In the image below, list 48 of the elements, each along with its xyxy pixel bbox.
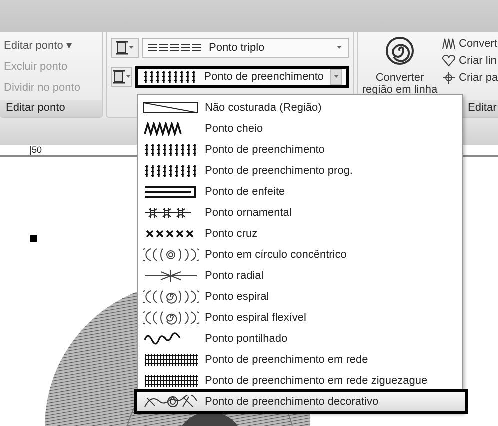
fill-stitch-icon — [143, 142, 199, 156]
caret-icon — [129, 46, 134, 50]
frame-icon — [116, 41, 128, 56]
menu-item[interactable]: Ponto de preenchimento em rede ziguezague — [140, 370, 462, 391]
menu-item[interactable]: Ponto de preenchimento prog. — [140, 160, 462, 181]
frame-icon — [112, 70, 125, 84]
caret-icon — [126, 75, 131, 80]
zigzag-icon — [442, 38, 456, 50]
ribbon-command[interactable]: Editar ponto ▾ — [4, 38, 98, 52]
ruler-label: 50 — [30, 146, 42, 155]
double-line-icon — [143, 184, 199, 198]
fill-stitch-icon — [143, 164, 199, 178]
ribbon-command[interactable]: Convert — [442, 38, 498, 50]
concentric-circles-icon — [143, 248, 199, 262]
menu-item[interactable]: Ponto de enfeite — [140, 181, 462, 202]
crosshair-icon — [442, 72, 456, 84]
caret-icon — [336, 46, 342, 50]
group-label: Editar ponto — [0, 100, 102, 117]
menu-item[interactable]: Ponto espiral — [140, 286, 462, 307]
stitch-type-dropdown[interactable]: Ponto de preenchimento — [135, 66, 349, 88]
menu-item[interactable]: Não costurada (Região) — [140, 97, 462, 118]
menu-item[interactable]: Ponto de preenchimento em rede — [140, 349, 462, 370]
caret-icon — [334, 75, 338, 80]
frame-dropdown-button[interactable] — [111, 67, 132, 88]
unsewn-region-icon — [143, 100, 199, 114]
heart-icon — [442, 55, 456, 67]
spiral-icon — [143, 290, 199, 304]
ribbon-command[interactable]: Criar lin — [442, 55, 498, 67]
fill-stitch-icon — [142, 70, 198, 84]
convert-region-button[interactable]: Converter região em linha — [364, 36, 436, 100]
menu-item[interactable]: Ponto em círculo concêntrico — [140, 244, 462, 265]
menu-item[interactable]: Ponto de preenchimento — [140, 139, 462, 160]
radial-lines-icon — [143, 268, 199, 282]
menu-item[interactable]: Ponto ornamental — [140, 202, 462, 223]
spiral-icon — [385, 36, 415, 66]
spiral-icon — [143, 310, 199, 324]
menu-item[interactable]: Ponto de preenchimento decorativo — [136, 391, 466, 412]
grid-stitch-icon — [143, 352, 199, 366]
ribbon-command[interactable]: Criar pa — [442, 72, 498, 84]
triple-stitch-icon — [147, 43, 203, 54]
floral-pattern-icon — [143, 394, 199, 408]
frame-dropdown-button[interactable] — [111, 38, 139, 58]
grid-stitch-icon — [143, 374, 199, 388]
menu-item[interactable]: Ponto radial — [140, 265, 462, 286]
menu-item[interactable]: Ponto cruz — [140, 223, 462, 244]
menu-item[interactable]: Ponto pontilhado — [140, 328, 462, 349]
stitch-type-dropdown[interactable]: Ponto triplo — [142, 38, 349, 58]
menu-item[interactable]: Ponto espiral flexível — [140, 307, 462, 328]
